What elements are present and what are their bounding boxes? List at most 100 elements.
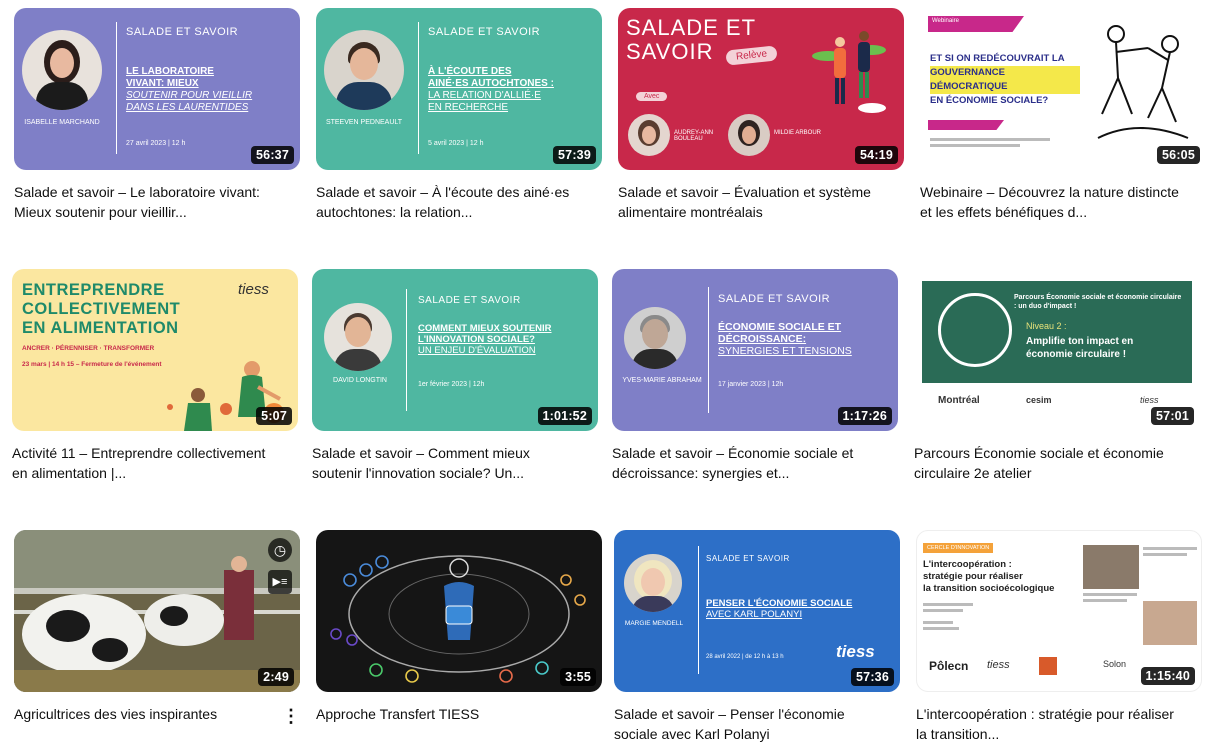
- watch-later-icon[interactable]: ◷: [268, 538, 292, 562]
- video-thumbnail[interactable]: YVES-MARIE ABRAHAM SALADE ET SAVOIR ÉCON…: [612, 269, 898, 431]
- thumb-title: LE LABORATOIRE VIVANT: MIEUX SOUTENIR PO…: [126, 66, 253, 113]
- polecn-logo: Pôlecn: [929, 659, 969, 673]
- speaker-photo-2: [1143, 601, 1197, 645]
- video-title[interactable]: Approche Transfert TIESS: [316, 704, 602, 724]
- event-date: 27 avril 2023 | 12 h: [126, 140, 186, 147]
- tiess-logo: tiess: [836, 642, 875, 661]
- video-card[interactable]: Webinaire ET SI ON REDÉCOUVRAIT LA GOUVE…: [920, 8, 1206, 222]
- thumb-badge: CERCLE D'INNOVATION: [923, 543, 994, 553]
- event-date: 1er février 2023 | 12h: [418, 381, 485, 388]
- video-thumbnail[interactable]: ENTREPRENDRE COLLECTIVEMENT EN ALIMENTAT…: [12, 269, 298, 431]
- video-thumbnail[interactable]: DAVID LONGTIN SALADE ET SAVOIR COMMENT M…: [312, 269, 598, 431]
- video-thumbnail[interactable]: STEEVEN PEDNEAULT SALADE ET SAVOIR À L'É…: [316, 8, 602, 170]
- duration-badge: 56:05: [1157, 146, 1200, 164]
- video-thumbnail[interactable]: MARGIE MENDELL SALADE ET SAVOIR PENSER L…: [614, 530, 900, 692]
- video-thumbnail[interactable]: ◷ ▶≡ 2:49: [14, 530, 300, 692]
- video-title[interactable]: Webinaire – Découvrez la nature distinct…: [920, 182, 1206, 222]
- barn-cows-image: [14, 530, 300, 692]
- video-title[interactable]: Salade et savoir – Économie sociale et d…: [612, 443, 898, 483]
- video-card[interactable]: MARGIE MENDELL SALADE ET SAVOIR PENSER L…: [614, 530, 900, 744]
- duration-badge: 1:15:40: [1140, 667, 1195, 685]
- more-vert-icon[interactable]: ⋮: [282, 707, 300, 725]
- cesim-logo: cesim: [1026, 395, 1052, 405]
- video-thumbnail[interactable]: Parcours Économie sociale et économie ci…: [914, 269, 1200, 431]
- video-title[interactable]: Salade et savoir – Le laboratoire vivant…: [14, 182, 300, 222]
- duration-badge: 5:07: [256, 407, 292, 425]
- video-thumbnail[interactable]: ISABELLE MARCHAND SALADE ET SAVOIR LE LA…: [14, 8, 300, 170]
- video-card[interactable]: ENTREPRENDRE COLLECTIVEMENT EN ALIMENTAT…: [12, 269, 298, 483]
- duration-badge: 57:39: [553, 146, 596, 164]
- video-title[interactable]: Parcours Économie sociale et économie ci…: [914, 443, 1200, 483]
- video-card[interactable]: ISABELLE MARCHAND SALADE ET SAVOIR LE LA…: [14, 8, 300, 222]
- event-date: 23 mars | 14 h 15 – Fermeture de l'événe…: [22, 361, 162, 368]
- video-card[interactable]: SALADE ET SAVOIR Relève Avec AUDREY-ANN …: [618, 8, 904, 222]
- series-label: SALADE ET SAVOIR: [126, 26, 239, 38]
- guest-name: YVES-MARIE ABRAHAM: [622, 377, 702, 384]
- guest-photo-2: [728, 114, 770, 156]
- thumb-title: Amplifie ton impact en économie circulai…: [1026, 336, 1134, 360]
- guest-photo: [624, 307, 686, 369]
- guest-photo-1: [628, 114, 670, 156]
- duration-badge: 2:49: [258, 668, 294, 686]
- thumb-title: PENSER L'ÉCONOMIE SOCIALE AVEC KARL POLA…: [706, 598, 853, 620]
- video-title[interactable]: L'intercoopération : stratégie pour réal…: [916, 704, 1202, 744]
- duration-badge: 54:19: [855, 146, 898, 164]
- duration-badge: 3:55: [560, 668, 596, 686]
- illustration-people-icon: [812, 31, 886, 113]
- series-label: SALADE ET SAVOIR: [428, 26, 541, 38]
- transfer-illustration-icon: [330, 555, 586, 683]
- speaker-photo-1: [1083, 545, 1139, 589]
- video-title[interactable]: Salade et savoir – Comment mieux souteni…: [312, 443, 598, 483]
- tiess-logo: tiess: [1140, 395, 1159, 405]
- level-label: Niveau 2 :: [1026, 321, 1067, 331]
- solon-logo: Solon: [1103, 659, 1127, 669]
- thumb-subtitle: ANCRER · PÉRENNISER · TRANSFORMER: [22, 345, 155, 352]
- thumb-title: ENTREPRENDRE COLLECTIVEMENT EN ALIMENTAT…: [22, 281, 181, 337]
- video-title[interactable]: Salade et savoir – Évaluation et système…: [618, 182, 904, 222]
- video-thumbnail[interactable]: CERCLE D'INNOVATION L'intercoopération :…: [916, 530, 1202, 692]
- thumb-title: À L'ÉCOUTE DES AINÉ·ES AUTOCHTONES : LA …: [428, 66, 554, 113]
- webinaire-flag: Webinaire: [932, 18, 959, 24]
- video-card[interactable]: ◷ ▶≡ 2:49 Agricultrices des vies inspira…: [14, 530, 300, 725]
- montreal-logo: Montréal: [938, 395, 980, 406]
- video-title[interactable]: Salade et savoir – Penser l'économie soc…: [614, 704, 900, 744]
- add-to-queue-icon[interactable]: ▶≡: [268, 570, 292, 594]
- video-title[interactable]: Activité 11 – Entreprendre collectivemen…: [12, 443, 298, 483]
- tiess-logo: tiess: [238, 281, 269, 298]
- thumb-title: ÉCONOMIE SOCIALE ET DÉCROISSANCE: SYNERG…: [718, 321, 852, 357]
- illustration-hands-icon: [1097, 25, 1189, 139]
- guest-photo: [624, 554, 682, 612]
- video-thumbnail[interactable]: 3:55: [316, 530, 602, 692]
- guest-name: DAVID LONGTIN: [333, 377, 387, 384]
- event-date: 17 janvier 2023 | 12h: [718, 381, 784, 388]
- event-date: 28 avril 2022 | de 12 h à 13 h: [706, 654, 784, 660]
- thumb-title: ET SI ON REDÉCOUVRAIT LA GOUVERNANCE DÉM…: [930, 52, 1080, 108]
- series-label: SALADE ET SAVOIR: [706, 554, 790, 563]
- video-card[interactable]: YVES-MARIE ABRAHAM SALADE ET SAVOIR ÉCON…: [612, 269, 898, 483]
- video-title[interactable]: Agricultrices des vies inspirantes: [14, 704, 300, 724]
- thumb-top: Parcours Économie sociale et économie ci…: [1014, 294, 1182, 310]
- duration-badge: 57:36: [851, 668, 894, 686]
- tiess-logo: tiess: [987, 659, 1010, 671]
- video-card[interactable]: STEEVEN PEDNEAULT SALADE ET SAVOIR À L'É…: [316, 8, 602, 222]
- guest-name: STEEVEN PEDNEAULT: [325, 119, 403, 126]
- partner-logo-icon: [1039, 657, 1057, 675]
- video-thumbnail[interactable]: SALADE ET SAVOIR Relève Avec AUDREY-ANN …: [618, 8, 904, 170]
- avec-label: Avec: [636, 92, 668, 101]
- guest-photo: [22, 30, 102, 110]
- video-thumbnail[interactable]: Webinaire ET SI ON REDÉCOUVRAIT LA GOUVE…: [920, 8, 1206, 170]
- duration-badge: 57:01: [1151, 407, 1194, 425]
- series-label: SALADE ET SAVOIR: [418, 295, 521, 306]
- duration-badge: 1:17:26: [837, 407, 892, 425]
- guest-photo: [324, 30, 404, 110]
- series-label: SALADE ET SAVOIR: [718, 293, 831, 305]
- video-card[interactable]: 3:55 Approche Transfert TIESS: [316, 530, 602, 724]
- event-date: 5 avril 2023 | 12 h: [428, 140, 484, 147]
- video-card[interactable]: DAVID LONGTIN SALADE ET SAVOIR COMMENT M…: [312, 269, 598, 483]
- guest-name: MARGIE MENDELL: [624, 620, 684, 627]
- thumb-title: COMMENT MIEUX SOUTENIR L'INNOVATION SOCI…: [418, 323, 552, 356]
- video-card[interactable]: Parcours Économie sociale et économie ci…: [914, 269, 1200, 483]
- thumb-title: L'intercoopération : stratégie pour réal…: [923, 559, 1055, 594]
- video-title[interactable]: Salade et savoir – À l'écoute des ainé·e…: [316, 182, 602, 222]
- video-card[interactable]: CERCLE D'INNOVATION L'intercoopération :…: [916, 530, 1202, 744]
